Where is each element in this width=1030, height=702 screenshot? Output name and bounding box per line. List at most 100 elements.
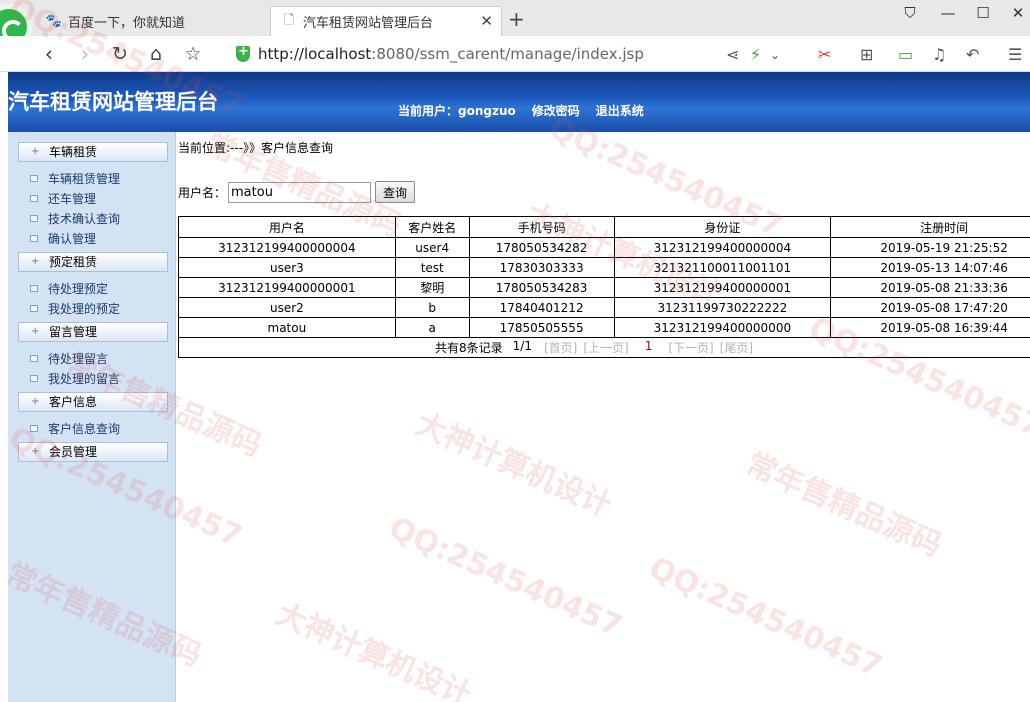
reload-icon[interactable]: ↻ <box>107 41 133 67</box>
sidebar-item-confirm-manage[interactable]: 确认管理 <box>28 230 96 247</box>
table-row: matou a 17850505555 312312199400000000 2… <box>178 317 1030 338</box>
sidebar-category-reservation[interactable]: 预定租赁 <box>18 252 168 272</box>
scissors-icon[interactable]: ✂ <box>818 45 831 64</box>
sidebar-category-customers[interactable]: 客户信息 <box>18 392 168 412</box>
search-button[interactable]: 查询 <box>375 181 416 203</box>
watermark-text: 大神计算机设计 <box>270 596 477 702</box>
table-cell: test <box>394 257 470 278</box>
table-cell: 2019-05-19 21:25:52 <box>830 237 1030 258</box>
home-icon[interactable]: ⌂ <box>143 41 169 67</box>
watermark-text: QQ:254540457 <box>383 510 628 645</box>
sidebar: 车辆租赁 车辆租赁管理 还车管理 技术确认查询 确认管理 预定租赁 待处理预定 … <box>8 132 176 702</box>
table-row: user3 test 17830303333 32132110001100110… <box>178 257 1030 278</box>
table-cell: matou <box>178 317 396 338</box>
table-cell: 312312199400000004 <box>613 237 832 258</box>
watermark-text: QQ:254540457 <box>643 550 888 685</box>
tab-admin[interactable]: 🗋 汽车租赁网站管理后台 ✕ <box>270 6 502 36</box>
table-cell: 312312199400000001 <box>178 277 396 298</box>
paw-icon: 🐾 <box>45 13 63 29</box>
prev-page-link[interactable]: [上一页] <box>583 339 628 356</box>
table-cell: 2019-05-08 17:47:20 <box>830 297 1030 318</box>
browser-tab-bar: 🐾 百度一下，你就知道 🗋 汽车租赁网站管理后台 ✕ + ⛉ — ☐ ✕ <box>0 0 1030 50</box>
sidebar-item-car-return[interactable]: 还车管理 <box>28 190 96 207</box>
column-header: 客户姓名 <box>394 216 470 238</box>
table-cell: 178050534282 <box>468 237 615 258</box>
sidebar-item-car-rental-manage[interactable]: 车辆租赁管理 <box>28 170 120 187</box>
url-text[interactable]: http://localhost:8080/ssm_carent/manage/… <box>258 45 644 63</box>
new-tab-icon[interactable]: + <box>508 7 525 31</box>
last-page-link[interactable]: [尾页] <box>720 339 753 356</box>
chevron-down-icon[interactable]: ⌄ <box>770 48 780 62</box>
table-header-row: 用户名 客户姓名 手机号码 身份证 注册时间 <box>178 216 1030 238</box>
table-cell: 321321100011001101 <box>613 257 832 278</box>
sidebar-category-car-rental[interactable]: 车辆租赁 <box>18 142 168 162</box>
tab-baidu[interactable]: 🐾 百度一下，你就知道 <box>46 6 266 36</box>
window-close-icon[interactable]: ✕ <box>1008 4 1028 22</box>
undo-icon[interactable]: ↶ <box>966 45 979 64</box>
customer-table: 用户名 客户姓名 手机号码 身份证 注册时间 31231219940000000… <box>178 216 1030 358</box>
table-cell: 17830303333 <box>468 257 615 278</box>
apps-grid-icon[interactable]: ⊞ <box>860 45 873 64</box>
sidebar-item-customer-query[interactable]: 客户信息查询 <box>28 420 120 437</box>
sidebar-item-pending-messages[interactable]: 待处理留言 <box>28 350 108 367</box>
close-icon[interactable]: ✕ <box>480 12 493 30</box>
table-cell: 2019-05-08 21:33:36 <box>830 277 1030 298</box>
first-page-link[interactable]: [首页] <box>544 339 577 356</box>
pager-row: 共有8条记录 1/1 [首页] [上一页] 1 [下一页] [尾页] <box>178 337 1030 358</box>
table-cell: 2019-05-13 14:07:46 <box>830 257 1030 278</box>
table-row: user2 b 17840401212 31231199730222222 20… <box>178 297 1030 318</box>
sidebar-item-tech-confirm-query[interactable]: 技术确认查询 <box>28 210 120 227</box>
maximize-icon[interactable]: ☐ <box>973 4 993 22</box>
table-cell: a <box>394 317 470 338</box>
sidebar-category-messages[interactable]: 留言管理 <box>18 322 168 342</box>
column-header: 身份证 <box>613 216 832 238</box>
minimize-icon[interactable]: — <box>938 4 958 22</box>
watermark-text: 常年售精品源码 <box>740 446 947 564</box>
record-count: 共有8条记录 <box>435 341 503 355</box>
table-cell: 2019-05-08 16:39:44 <box>830 317 1030 338</box>
tab-label: 百度一下，你就知道 <box>68 15 186 31</box>
watermark-text: 大神计算机设计 <box>410 406 617 524</box>
column-header: 手机号码 <box>468 216 615 238</box>
table-cell: 17850505555 <box>468 317 615 338</box>
browser-nav-bar: ‹ › ↻ ⌂ ☆ http://localhost:8080/ssm_care… <box>0 36 1030 72</box>
column-header: 用户名 <box>178 216 396 238</box>
forward-icon[interactable]: › <box>72 41 98 67</box>
sidebar-item-my-reservations[interactable]: 我处理的预定 <box>28 300 120 317</box>
sidebar-item-pending-reservations[interactable]: 待处理预定 <box>28 280 108 297</box>
table-cell: user3 <box>178 257 396 278</box>
sidebar-item-my-messages[interactable]: 我处理的留言 <box>28 370 120 387</box>
next-page-link[interactable]: [下一页] <box>668 339 713 356</box>
menu-icon[interactable]: ☰ <box>1008 45 1022 64</box>
table-cell: 黎明 <box>394 277 470 298</box>
logout-link[interactable]: 退出系统 <box>596 102 644 119</box>
page-icon: 🗋 <box>283 12 295 28</box>
shield-icon <box>236 44 250 62</box>
app-header: 汽车租赁网站管理后台 当前用户：gongzuo 修改密码 退出系统 <box>8 72 1030 132</box>
change-password-link[interactable]: 修改密码 <box>532 102 580 119</box>
table-cell: 312312199400000001 <box>613 277 832 298</box>
search-label: 用户名： <box>178 185 227 200</box>
bookmark-star-icon[interactable]: ☆ <box>180 41 206 67</box>
sidebar-category-members[interactable]: 会员管理 <box>18 442 168 462</box>
current-page-link[interactable]: 1 <box>645 339 653 356</box>
table-cell: 312312199400000004 <box>178 237 396 258</box>
user-info-bar: 当前用户：gongzuo 修改密码 退出系统 <box>398 102 644 119</box>
table-cell: 31231199730222222 <box>613 297 832 318</box>
address-bar[interactable]: http://localhost:8080/ssm_carent/manage/… <box>236 42 726 66</box>
shirt-icon[interactable]: ⛉ <box>900 4 920 22</box>
table-cell: user4 <box>394 237 470 258</box>
back-icon[interactable]: ‹ <box>36 41 62 67</box>
page-indicator: 1/1 <box>512 339 532 353</box>
search-form: 用户名： 查询 <box>178 181 416 203</box>
share-icon[interactable]: ⋖ <box>726 45 739 64</box>
search-input[interactable] <box>228 181 372 203</box>
table-cell: 17840401212 <box>468 297 615 318</box>
lightning-icon[interactable]: ⚡ <box>750 45 761 64</box>
tab-label: 汽车租赁网站管理后台 <box>303 16 434 31</box>
battery-icon[interactable]: ▭ <box>898 45 913 64</box>
column-header: 注册时间 <box>830 216 1030 238</box>
pagination: 共有8条记录 1/1 [首页] [上一页] 1 [下一页] [尾页] <box>179 339 1030 356</box>
headphones-icon[interactable]: ♫ <box>932 45 946 64</box>
breadcrumb: 当前位置:---》》客户信息查询 <box>178 141 334 155</box>
